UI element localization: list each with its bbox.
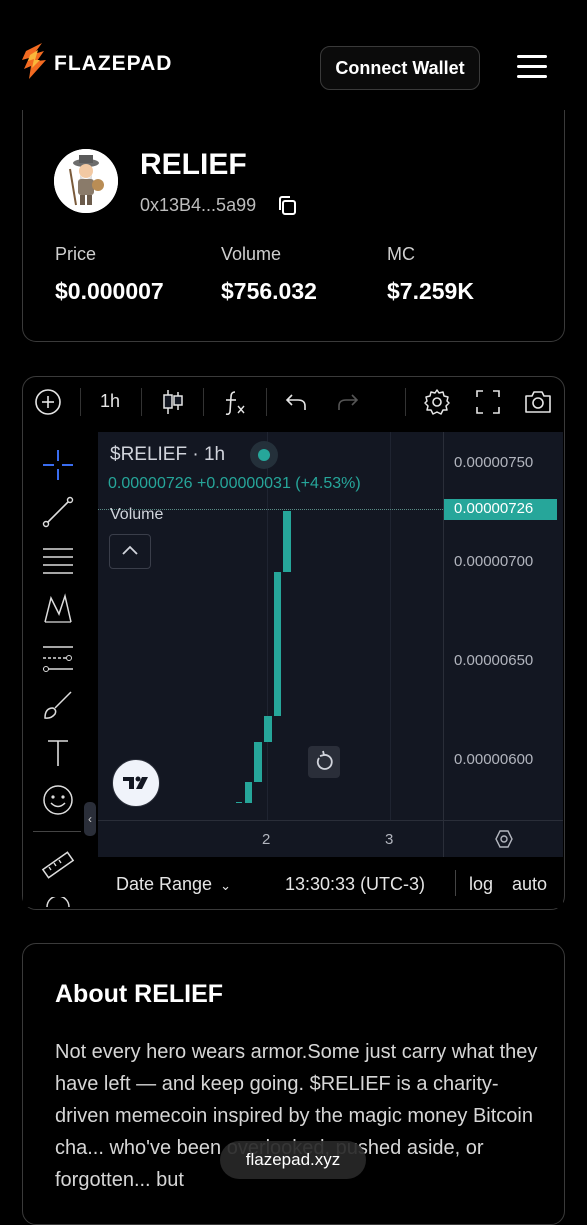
log-scale-toggle[interactable]: log xyxy=(469,874,493,895)
candle xyxy=(245,781,252,803)
tv-logo-icon xyxy=(123,776,148,789)
mc-value: $7.259K xyxy=(387,278,474,304)
price-tick-label: 0.00000750 xyxy=(454,454,534,471)
camera-icon[interactable] xyxy=(523,389,553,415)
pattern-icon[interactable] xyxy=(41,592,75,626)
token-avatar xyxy=(54,149,118,213)
volume-value: $756.032 xyxy=(221,278,317,304)
settings-gear-icon[interactable] xyxy=(423,388,451,416)
brush-icon[interactable] xyxy=(41,688,75,722)
mascot-image-icon xyxy=(54,149,118,213)
token-name: RELIEF xyxy=(140,148,247,181)
sidebar-divider xyxy=(33,831,81,832)
tradingview-logo[interactable] xyxy=(112,759,160,807)
candle xyxy=(236,801,242,804)
add-symbol-icon[interactable] xyxy=(34,388,62,416)
price-value: $0.000007 xyxy=(55,278,164,304)
crosshair-icon[interactable] xyxy=(41,448,75,482)
collapse-sidebar-button[interactable]: ‹ xyxy=(84,802,96,836)
candle xyxy=(283,510,291,572)
text-tool-icon[interactable] xyxy=(41,736,75,770)
volume-label: Volume xyxy=(221,244,282,264)
drawing-tools-sidebar xyxy=(23,432,91,907)
auto-scale-toggle[interactable]: auto xyxy=(512,874,547,895)
scale-settings-icon[interactable] xyxy=(494,829,514,849)
price-label: Price xyxy=(55,244,97,264)
undo-icon[interactable] xyxy=(284,390,308,414)
candle xyxy=(274,571,281,717)
token-address: 0x13B4...5a99 xyxy=(140,195,257,215)
chevron-down-icon: ⌄ xyxy=(220,878,231,893)
date-range-label: Date Range xyxy=(116,874,213,894)
time-scale-divider xyxy=(98,820,563,821)
timezone-clock[interactable]: 13:30:33 (UTC-3) xyxy=(285,874,425,895)
candles-type-icon[interactable] xyxy=(160,388,186,416)
token-info-card xyxy=(22,110,565,342)
redo-icon[interactable] xyxy=(336,390,360,414)
copy-icon[interactable] xyxy=(277,195,299,217)
flame-icon xyxy=(22,43,46,79)
interval-selector[interactable]: 1h xyxy=(100,391,120,412)
chart-plot-area[interactable]: $RELIEF · 1h 0.00000726 +0.00000031 (+4.… xyxy=(98,432,563,857)
connect-wallet-button[interactable]: Connect Wallet xyxy=(320,46,480,90)
trend-line-icon[interactable] xyxy=(41,495,75,529)
hamburger-menu-icon[interactable] xyxy=(517,55,549,79)
candle xyxy=(264,716,272,743)
site-watermark: flazepad.xyz xyxy=(220,1141,366,1179)
price-tick-label: 0.00000700 xyxy=(454,553,534,570)
logo-text: FLAZEPAD xyxy=(54,52,173,75)
candle xyxy=(254,742,262,782)
mc-label: MC xyxy=(387,244,415,264)
last-price-label: 0.00000726 xyxy=(454,500,534,517)
price-scale-divider xyxy=(443,432,444,857)
forecast-icon[interactable] xyxy=(41,641,75,675)
reset-chart-button[interactable] xyxy=(308,746,340,778)
fib-lines-icon[interactable] xyxy=(41,544,75,578)
bottom-bar-divider xyxy=(455,870,456,896)
last-price-badge: 0.00000726 xyxy=(444,499,557,520)
flazepad-logo[interactable]: FLAZEPAD xyxy=(20,42,190,82)
indicators-icon[interactable] xyxy=(221,388,249,416)
app-header: FLAZEPAD Connect Wallet xyxy=(0,0,587,125)
price-tick-label: 0.00000650 xyxy=(454,652,534,669)
date-range-button[interactable]: Date Range ⌄ xyxy=(116,874,231,895)
time-tick-label: 2 xyxy=(262,831,271,848)
price-tick-label: 0.00000600 xyxy=(454,751,534,768)
chart-bottom-bar: Date Range ⌄ 13:30:33 (UTC-3) log auto xyxy=(98,858,563,908)
emoji-icon[interactable] xyxy=(41,783,75,817)
about-title: About RELIEF xyxy=(55,980,224,1008)
time-tick-label: 3 xyxy=(385,831,394,848)
zoom-icon[interactable] xyxy=(41,897,75,907)
reset-icon xyxy=(316,750,333,770)
ruler-icon[interactable] xyxy=(41,848,75,882)
fullscreen-icon[interactable] xyxy=(475,389,501,415)
